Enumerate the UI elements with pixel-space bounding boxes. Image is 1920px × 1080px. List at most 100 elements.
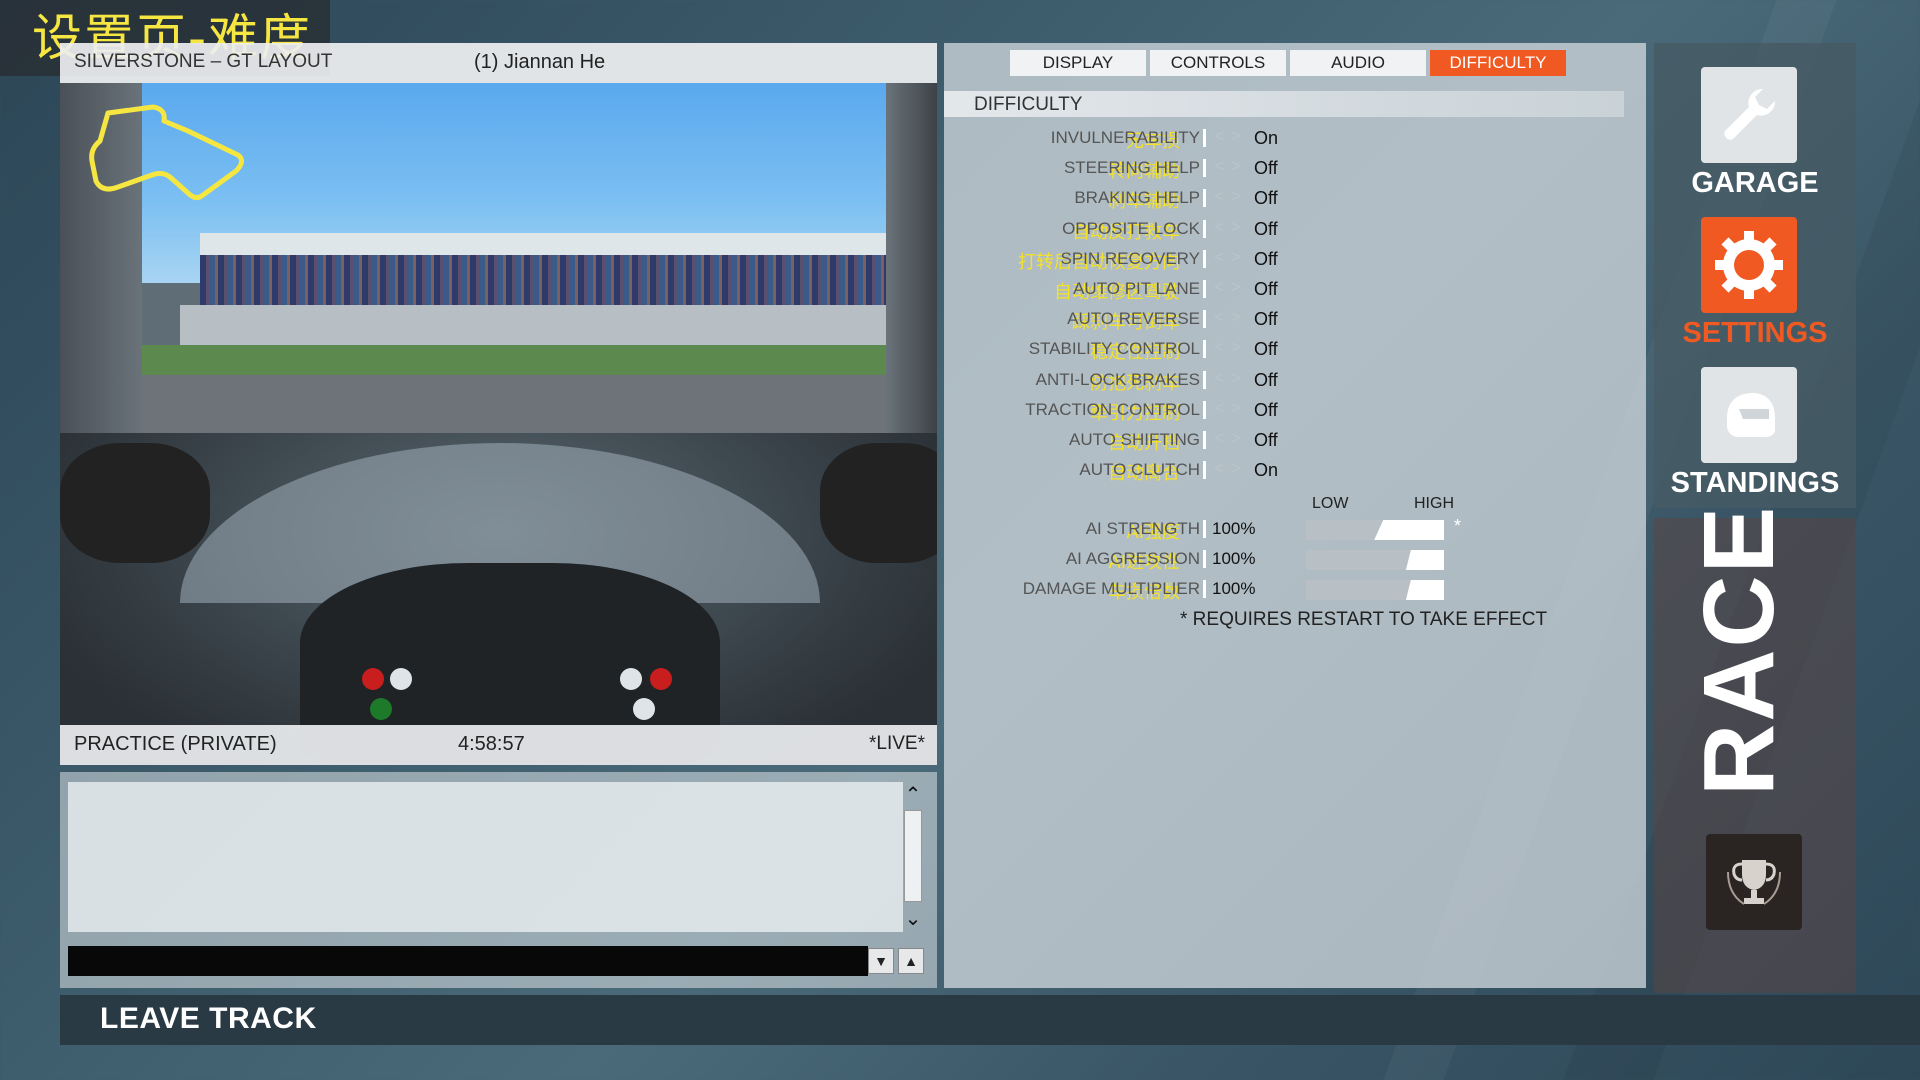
chevron-right-icon[interactable]: > [1228,370,1244,390]
option-row[interactable]: 无车损 INVULNERABILITY < > On [944,125,1624,152]
option-label: AUTO SHIFTING [1069,430,1200,449]
chevron-right-icon[interactable]: > [1228,430,1244,450]
slider-divider [1203,580,1206,598]
option-row[interactable]: 打转后自动恢复方向 SPIN RECOVERY < > Off [944,246,1624,273]
slider-row: 车损倍数 DAMAGE MULTIPLIER 100% [944,576,1624,603]
slider-value: 100% [1212,519,1256,538]
option-row[interactable]: 踩刹车可倒车 AUTO REVERSE < > Off [944,306,1624,333]
nav-garage[interactable]: GARAGE [1654,43,1856,199]
chevron-left-icon[interactable]: < [1211,219,1227,239]
chevron-up-icon[interactable]: ⌃ [901,784,925,806]
chevron-right-icon[interactable]: > [1228,339,1244,359]
slider-row: AI进攻性 AI AGGRESSION 100% [944,546,1624,573]
option-value: Off [1254,279,1278,299]
option-divider [1203,370,1206,389]
slider-fill [1374,520,1444,540]
chevron-left-icon[interactable]: < [1211,430,1227,450]
tab-audio[interactable]: AUDIO [1290,50,1426,76]
option-label: OPPOSITE LOCK [1062,218,1200,238]
chevron-down-icon[interactable]: ⌄ [901,908,925,930]
race-label: RACE [1683,504,1795,796]
race-panel: RACE [1654,505,1856,993]
option-divider [1203,280,1206,298]
chat-input[interactable] [68,946,868,976]
thumbs-down-icon[interactable]: ▼ [868,948,894,974]
main-nav: GARAGE SETTINGS STANDINGS [1654,43,1856,508]
slider-track[interactable] [1306,580,1444,600]
chevron-left-icon[interactable]: < [1211,188,1227,208]
option-row[interactable]: 自动维修区驾驶 AUTO PIT LANE < > Off [944,276,1624,303]
session-timer: 4:58:57 [458,733,525,755]
helmet-icon[interactable] [1701,367,1797,463]
option-label: AUTO PIT LANE [1073,279,1200,298]
nav-standings[interactable]: STANDINGS [1654,343,1856,499]
chevron-left-icon[interactable]: < [1211,249,1227,269]
tab-display[interactable]: DISPLAY [1010,50,1146,76]
session-label: PRACTICE (PRIVATE) [74,733,277,755]
gear-icon[interactable] [1701,217,1797,313]
chevron-left-icon[interactable]: < [1211,128,1227,148]
trophy-icon[interactable] [1706,834,1802,930]
chat-log[interactable] [68,782,903,932]
chevron-left-icon[interactable]: < [1211,339,1227,359]
option-label: TRACTION CONTROL [1025,399,1200,419]
chevron-right-icon[interactable]: > [1228,460,1244,480]
low-label: LOW [1312,495,1349,512]
chevron-right-icon[interactable]: > [1228,309,1244,329]
option-label: AUTO REVERSE [1067,309,1200,329]
chevron-right-icon[interactable]: > [1228,400,1244,420]
option-value: Off [1254,218,1278,239]
option-row[interactable]: 刹车辅助 BRAKING HELP < > Off [944,185,1624,212]
chevron-left-icon[interactable]: < [1211,370,1227,390]
chevron-left-icon[interactable]: < [1211,279,1227,299]
option-divider [1203,400,1206,419]
option-value: Off [1254,158,1278,179]
option-value: Off [1254,339,1278,360]
option-row[interactable]: 转向辅助 STEERING HELP < > Off [944,155,1624,182]
chevron-right-icon[interactable]: > [1228,279,1244,299]
option-label: AUTO CLUTCH [1079,460,1200,480]
restart-marker: * [1454,516,1462,536]
chevron-right-icon[interactable]: > [1228,249,1244,269]
option-label: STEERING HELP [1063,158,1200,178]
chevron-left-icon[interactable]: < [1211,158,1227,178]
option-row[interactable]: 牵引力控制 TRACTION CONTROL < > Off [944,397,1624,424]
bottom-bar: LEAVE TRACK [60,995,1920,1045]
thumbs-up-icon[interactable]: ▲ [898,948,924,974]
option-divider [1203,431,1206,449]
chevron-left-icon[interactable]: < [1211,309,1227,329]
chevron-right-icon[interactable]: > [1228,219,1244,239]
slider-value: 100% [1212,579,1256,598]
scroll-thumb[interactable] [904,810,922,902]
chevron-left-icon[interactable]: < [1211,400,1227,420]
slider-row: AI强度 AI STRENGTH 100% * [944,516,1624,543]
option-row[interactable]: 稳定性控制 STABILITY CONTROL < > Off [944,336,1624,363]
wrench-icon[interactable] [1701,67,1797,163]
restart-note: * REQUIRES RESTART TO TAKE EFFECT [1180,609,1548,630]
chevron-right-icon[interactable]: > [1228,158,1244,178]
option-label: BRAKING HELP [1074,188,1200,208]
race-button[interactable]: RACE [1654,505,1856,818]
chat-panel: ⌃ ⌄ ▼ ▲ [60,772,937,988]
slider-track[interactable] [1306,550,1444,570]
tab-controls[interactable]: CONTROLS [1150,50,1286,76]
option-row[interactable]: 自动反打救车 OPPOSITE LOCK < > Off [944,216,1624,243]
option-row[interactable]: 自动离合 AUTO CLUTCH < > On [944,457,1624,484]
leave-track-button[interactable]: LEAVE TRACK [100,1002,317,1036]
nav-settings[interactable]: SETTINGS [1654,193,1856,349]
chat-scrollbar[interactable]: ⌃ ⌄ [898,782,928,932]
tab-difficulty[interactable]: DIFFICULTY [1430,50,1566,76]
chevron-right-icon[interactable]: > [1228,188,1244,208]
option-label: SPIN RECOVERY [1060,248,1200,268]
option-row[interactable]: 防抱死刹车 ANTI-LOCK BRAKES < > Off [944,367,1624,394]
chevron-right-icon[interactable]: > [1228,128,1244,148]
option-divider [1203,129,1206,147]
section-header: DIFFICULTY [944,91,1624,117]
chevron-left-icon[interactable]: < [1211,460,1227,480]
slider-track[interactable] [1306,520,1444,540]
option-value: Off [1254,188,1278,209]
option-row[interactable]: 自动升档 AUTO SHIFTING < > Off [944,427,1624,454]
option-value: Off [1254,309,1278,330]
slider-value: 100% [1212,549,1256,568]
option-value: Off [1254,399,1278,420]
